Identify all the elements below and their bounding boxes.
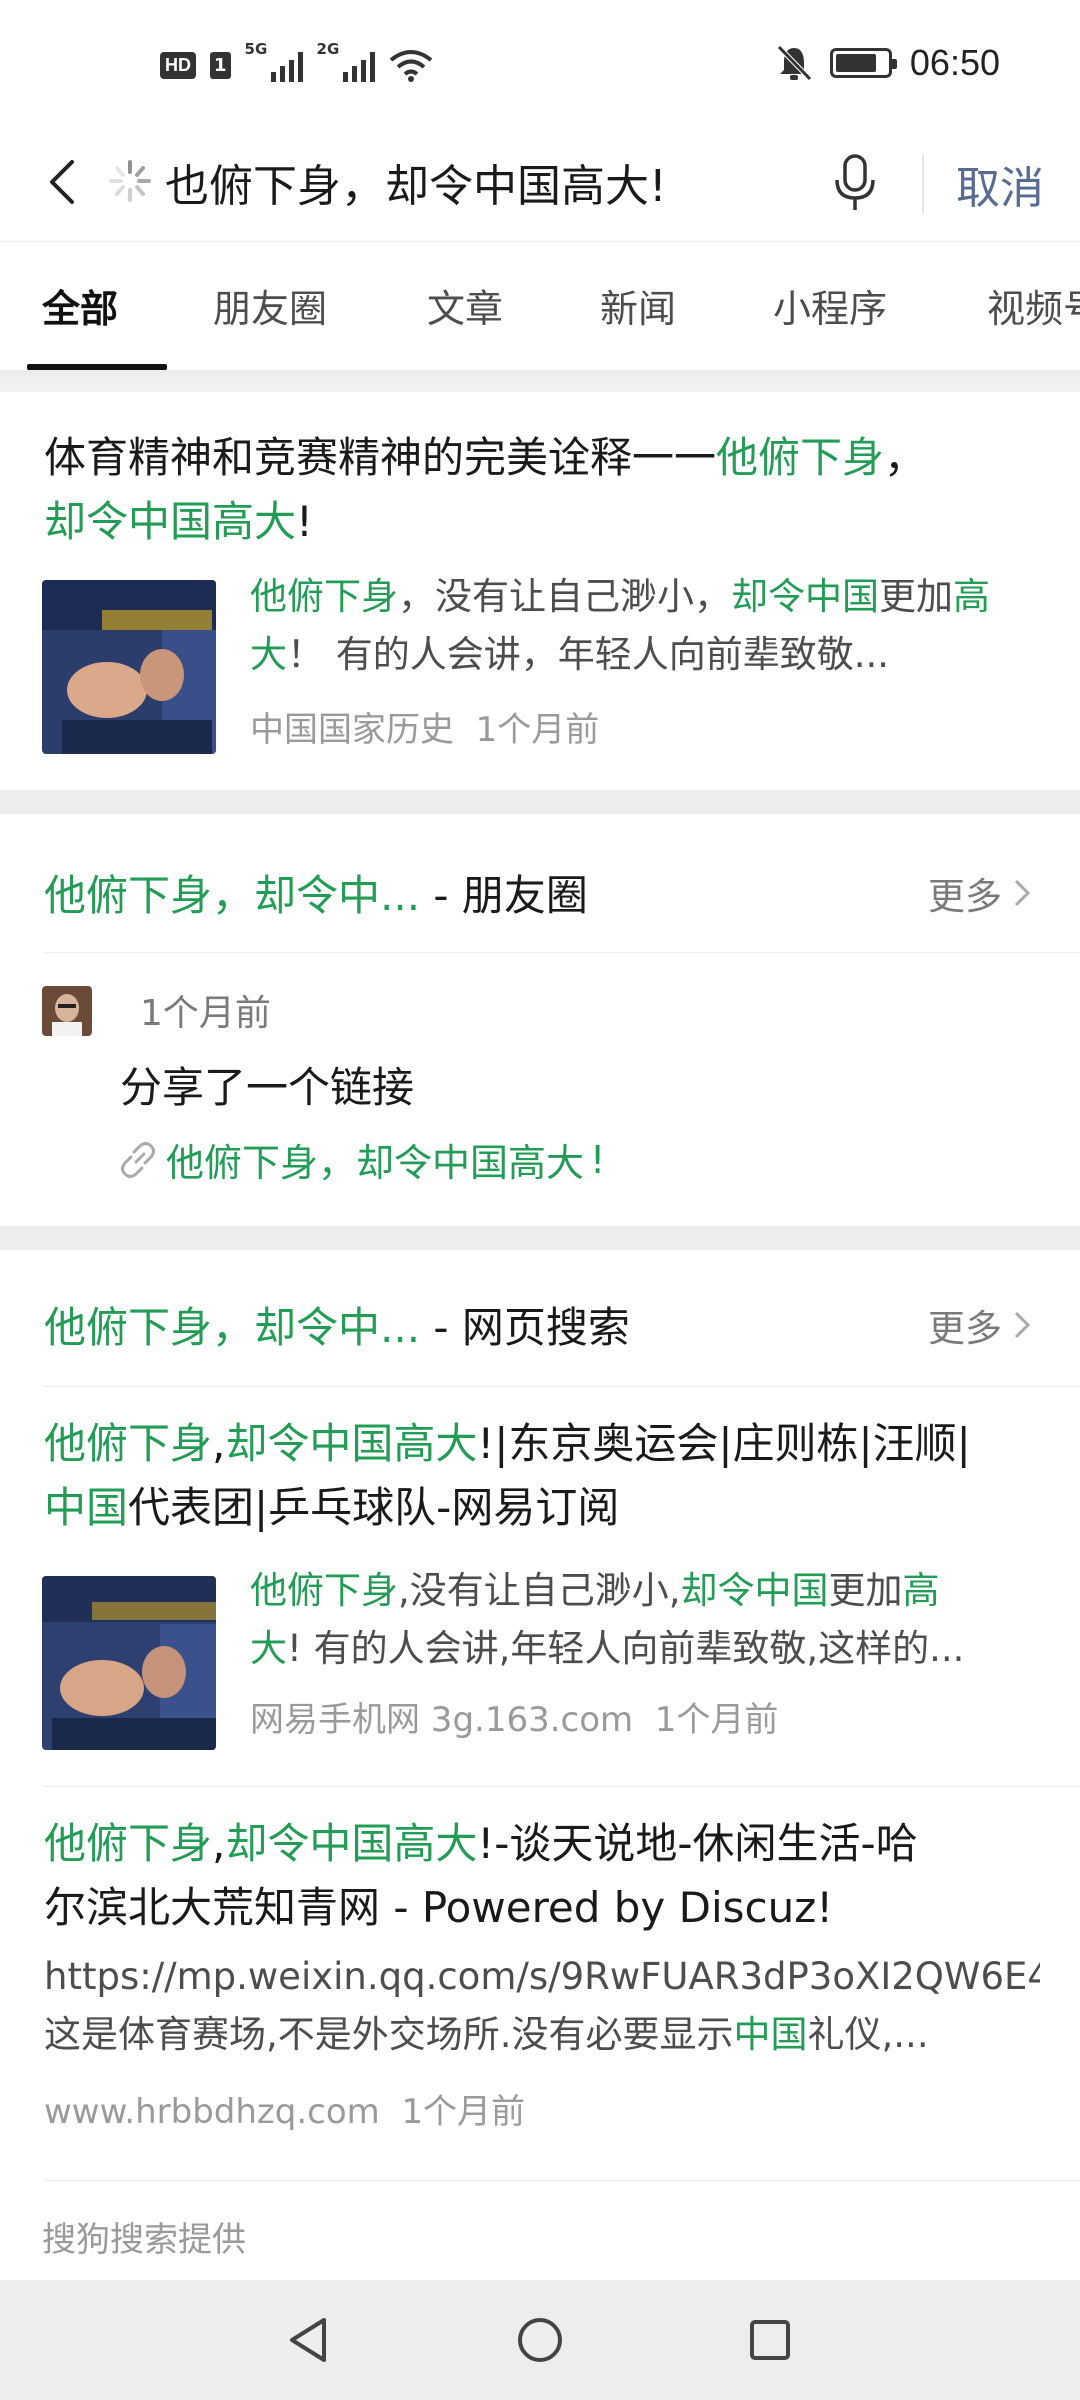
mute-icon — [777, 45, 812, 81]
web-result-1-thumbnail — [42, 1576, 216, 1750]
hd-badge: HD — [160, 51, 196, 79]
sim-badge: 1 — [210, 51, 231, 79]
web-result-2-time: 1个月前 — [401, 2092, 526, 2132]
loading-spinner-icon — [109, 160, 151, 202]
web-result-1-meta: 网易手机网 3g.163.com 1个月前 — [250, 1692, 778, 1741]
signal-icon-2: 2G — [317, 40, 375, 82]
network-type-2: 2G — [316, 40, 340, 58]
web-result-1-time: 1个月前 — [654, 1700, 779, 1740]
microphone-icon[interactable] — [830, 150, 880, 216]
tab-channels[interactable]: 视频号 — [987, 278, 1080, 333]
clock: 06:50 — [909, 42, 1000, 83]
chevron-right-icon — [1014, 879, 1031, 907]
article-source: 中国国家历史 — [250, 710, 454, 750]
divider — [44, 2180, 1080, 2181]
cancel-button[interactable]: 取消 — [956, 152, 1044, 216]
nav-recents-icon[interactable] — [740, 2310, 800, 2370]
tab-articles[interactable]: 文章 — [427, 278, 503, 333]
web-result-1[interactable]: 他俯下身,却令中国高大!|东京奥运会|庄则栋|汪顺| 中国代表团|乒乓球队-网易订… — [0, 1386, 1080, 1786]
tab-all[interactable]: 全部 — [42, 278, 118, 333]
shared-link[interactable]: 他俯下身，却令中国高大! — [116, 1132, 605, 1187]
tab-news[interactable]: 新闻 — [600, 278, 676, 333]
web-result-2[interactable]: 他俯下身,却令中国高大!-谈天说地-休闲生活-哈 尔滨北大荒知青网 - Power… — [0, 1786, 1080, 2186]
search-bar: 也俯下身，却令中国高大! 取消 — [0, 130, 1080, 242]
web-result-2-snippet: 这是体育赛场,不是外交场所.没有必要显示中国礼仪,... — [44, 2013, 929, 2056]
web-result-2-url: https://mp.weixin.qq.com/s/9RwFUAR3dP3oX… — [44, 1955, 1040, 1998]
signal-icon: 5G — [245, 40, 303, 82]
web-result-2-title: 他俯下身,却令中国高大!-谈天说地-休闲生活-哈 尔滨北大荒知青网 - Power… — [44, 1819, 918, 1932]
link-icon — [121, 1141, 155, 1178]
avatar[interactable] — [42, 986, 92, 1036]
wifi-icon — [389, 50, 432, 82]
web-more-button[interactable]: 更多 — [928, 1298, 1032, 1352]
web-result-2-source: www.hrbbdhzq.com — [44, 2092, 380, 2132]
web-result-1-title: 他俯下身,却令中国高大!|东京奥运会|庄则栋|汪顺| 中国代表团|乒乓球队-网易订… — [44, 1419, 971, 1532]
web-result-2-meta: www.hrbbdhzq.com 1个月前 — [44, 2084, 525, 2133]
web-section-header[interactable]: 他俯下身，却令中... - 网页搜索 — [44, 1294, 630, 1355]
tab-shadow — [0, 370, 1080, 392]
network-type-1: 5G — [244, 40, 268, 58]
article-result[interactable]: 体育精神和竞赛精神的完美诠释一一他俯下身， 却令中国高大! 他俯下身，没有让自己渺… — [0, 392, 1080, 790]
search-input[interactable]: 也俯下身，却令中国高大! — [165, 150, 667, 214]
tab-bar: 全部 朋友圈 文章 新闻 小程序 视频号 — [0, 242, 1080, 370]
section-gap — [0, 790, 1080, 814]
system-navigation-bar — [0, 2280, 1080, 2400]
moments-more-button[interactable]: 更多 — [928, 866, 1032, 920]
search-divider — [922, 154, 924, 214]
web-result-1-source: 网易手机网 3g.163.com — [250, 1700, 634, 1740]
status-left: HD 1 5G 2G — [160, 40, 433, 82]
article-thumbnail — [42, 580, 216, 754]
article-snippet: 他俯下身，没有让自己渺小，却令中国更加高大！ 有的人会讲，年轻人向前辈致敬... — [250, 575, 990, 676]
moments-section-header[interactable]: 他俯下身，却令中... - 朋友圈 — [44, 862, 588, 923]
tab-miniprograms[interactable]: 小程序 — [773, 278, 887, 333]
divider — [44, 952, 1080, 953]
back-arrow-icon[interactable] — [34, 152, 94, 212]
web-section: 他俯下身，却令中... - 网页搜索 更多 他俯下身,却令中国高大!|东京奥运会… — [0, 1250, 1080, 2280]
moments-section: 他俯下身，却令中... - 朋友圈 更多 1个月前 分享了一个链接 他俯下身，却… — [0, 814, 1080, 1226]
chevron-right-icon — [1014, 1311, 1031, 1339]
article-title: 体育精神和竞赛精神的完美诠释一一他俯下身， 却令中国高大! — [44, 433, 927, 546]
nav-back-icon[interactable] — [280, 2310, 340, 2370]
section-gap — [0, 1226, 1080, 1250]
status-right: 06:50 — [776, 42, 1000, 84]
battery-fill — [835, 54, 876, 72]
post-time: 1个月前 — [140, 993, 271, 1034]
tab-moments[interactable]: 朋友圈 — [213, 278, 327, 333]
battery-icon — [829, 48, 897, 78]
nav-home-icon[interactable] — [510, 2310, 570, 2370]
article-time: 1个月前 — [475, 710, 600, 750]
article-meta: 中国国家历史 1个月前 — [250, 702, 599, 751]
search-provider: 搜狗搜索提供 — [42, 2220, 246, 2260]
post-text: 分享了一个链接 — [120, 1063, 415, 1112]
status-bar: HD 1 5G 2G 06:50 — [0, 0, 1080, 130]
web-result-1-snippet: 他俯下身,没有让自己渺小,却令中国更加高 大! 有的人会讲,年轻人向前辈致敬,这样… — [250, 1569, 965, 1670]
